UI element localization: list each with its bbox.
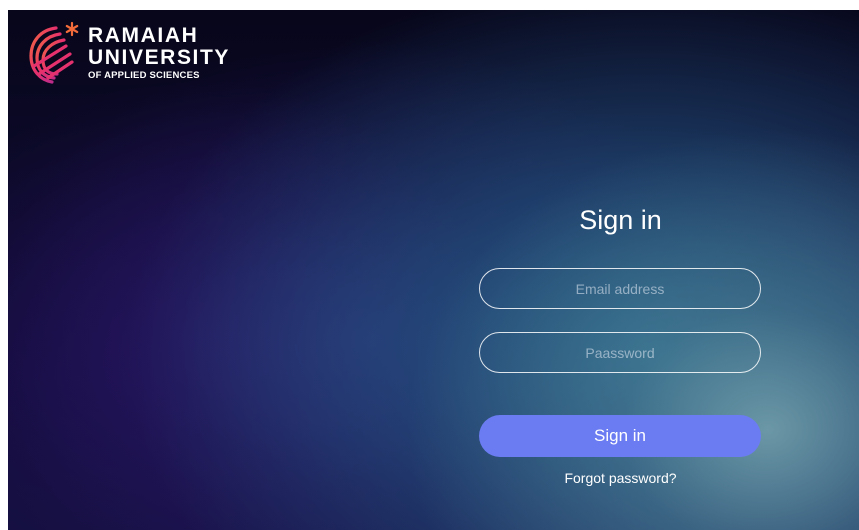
asterisk-icon <box>65 21 79 37</box>
login-screen: RAMAIAH UNIVERSITY OF APPLIED SCIENCES S… <box>8 10 859 530</box>
ramaiah-logo-icon <box>29 21 79 84</box>
logo-text-line2: UNIVERSITY <box>88 46 231 70</box>
signin-title: Sign in <box>579 205 662 235</box>
signin-form: Sign in Sign in Forgot password? <box>479 200 762 488</box>
university-logo: RAMAIAH UNIVERSITY OF APPLIED SCIENCES <box>26 18 230 88</box>
email-input[interactable] <box>479 268 761 309</box>
university-name: RAMAIAH UNIVERSITY OF APPLIED SCIENCES <box>88 25 230 81</box>
forgot-password-link[interactable]: Forgot password? <box>564 470 676 486</box>
logo-text-line3: OF APPLIED SCIENCES <box>88 70 200 82</box>
password-input[interactable] <box>479 332 761 373</box>
signin-button[interactable]: Sign in <box>479 415 761 457</box>
logo-text-line1: RAMAIAH <box>88 24 199 48</box>
